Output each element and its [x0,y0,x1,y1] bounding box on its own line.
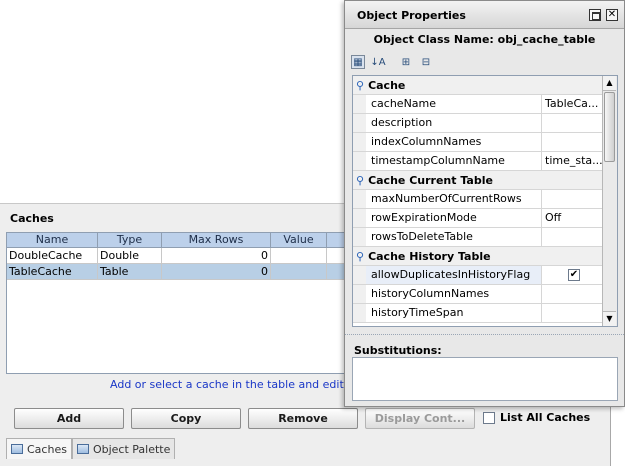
splitter-divider[interactable] [345,334,624,335]
cell-value [271,264,327,279]
property-row-rowExpirationMode[interactable]: rowExpirationMode Off [353,209,604,228]
bottom-tab-bar: Caches Object Palette [6,438,176,460]
cell-name: DoubleCache [7,248,98,263]
category-pin-icon: ⚲ [356,78,365,92]
list-all-caches-option[interactable]: List All Caches [483,411,590,424]
property-name: rowsToDeleteTable [353,228,542,246]
properties-title-bar[interactable]: Object Properties ✕ [345,1,624,29]
property-value[interactable]: TableCa... [543,95,604,113]
property-value[interactable] [543,304,604,322]
property-row-maxNumberOfCurrentRows[interactable]: maxNumberOfCurrentRows [353,190,604,209]
add-button[interactable]: Add [14,408,124,429]
property-row-cacheName[interactable]: cacheName TableCa... [353,95,604,114]
property-value[interactable] [543,190,604,208]
property-row-historyColumnNames[interactable]: historyColumnNames [353,285,604,304]
category-cache[interactable]: ⚲ Cache [353,76,604,95]
table-row[interactable]: DoubleCache Double 0 [7,248,347,264]
table-row[interactable]: TableCache Table 0 [7,264,347,280]
properties-window-title: Object Properties [357,9,466,22]
category-cache-current-table[interactable]: ⚲ Cache Current Table [353,171,604,190]
caches-tab-icon [11,444,23,454]
substitutions-box[interactable] [352,357,618,401]
allow-duplicates-checkbox[interactable]: ✔ [568,269,580,281]
property-grid-scrollbar[interactable]: ▲ ▼ [602,76,617,326]
remove-button[interactable]: Remove [248,408,358,429]
property-name: description [353,114,542,132]
scrollbar-thumb[interactable] [604,92,615,162]
property-name: maxNumberOfCurrentRows [353,190,542,208]
list-all-caches-checkbox[interactable] [483,411,495,424]
property-row-historyTimeSpan[interactable]: historyTimeSpan [353,304,604,323]
object-class-name: Object Class Name: obj_cache_table [373,33,596,46]
property-row-indexColumnNames[interactable]: indexColumnNames [353,133,604,152]
category-pin-icon: ⚲ [356,173,365,187]
property-value[interactable] [543,133,604,151]
palette-tab-icon [76,444,89,454]
scroll-up-icon[interactable]: ▲ [603,76,616,91]
tab-object-palette[interactable]: Object Palette [71,438,176,459]
property-value[interactable] [543,285,604,303]
category-label: Cache History Table [368,249,491,263]
properties-toolbar: ▦ ↓A ⊞ ⊟ [351,53,433,71]
close-window-icon[interactable]: ✕ [606,9,618,21]
property-name: rowExpirationMode [353,209,542,227]
column-header-max-rows[interactable]: Max Rows [162,233,271,247]
property-name: historyColumnNames [353,285,542,303]
property-name: cacheName [353,95,542,113]
tab-caches[interactable]: Caches [6,438,72,459]
cell-type: Double [98,248,162,263]
property-row-timestampColumnName[interactable]: timestampColumnName time_sta... [353,152,604,171]
column-header-value[interactable]: Value [271,233,327,247]
property-grid[interactable]: ⚲ Cache cacheName TableCa... description… [352,75,618,327]
object-properties-window: Object Properties ✕ Object Class Name: o… [344,0,625,407]
list-all-caches-label: List All Caches [500,411,591,424]
property-value[interactable]: time_sta... [543,152,604,170]
caches-table-header: Name Type Max Rows Value [7,233,347,248]
property-name: timestampColumnName [353,152,542,170]
caches-table[interactable]: Name Type Max Rows Value DoubleCache Dou… [6,232,348,374]
column-header-type[interactable]: Type [98,233,162,247]
caches-hint-text: Add or select a cache in the table and e… [110,378,369,391]
tab-caches-label: Caches [27,442,67,456]
cell-max-rows: 0 [162,264,271,279]
copy-button[interactable]: Copy [131,408,241,429]
category-label: Cache Current Table [368,173,493,187]
property-name: indexColumnNames [353,133,542,151]
property-name: historyTimeSpan [353,304,542,322]
caches-title: Caches [10,212,54,225]
property-value[interactable]: Off [543,209,604,227]
restore-window-icon[interactable] [589,9,601,21]
category-pin-icon: ⚲ [356,249,365,263]
display-contents-button[interactable]: Display Cont... [365,408,475,429]
expand-all-icon[interactable]: ⊞ [399,55,413,69]
substitutions-label: Substitutions: [354,344,442,357]
cell-max-rows: 0 [162,248,271,263]
collapse-all-icon[interactable]: ⊟ [419,55,433,69]
tab-object-palette-label: Object Palette [92,442,171,456]
column-header-name[interactable]: Name [7,233,98,247]
property-row-description[interactable]: description [353,114,604,133]
property-name: allowDuplicatesInHistoryFlag [353,266,542,284]
property-value[interactable] [543,228,604,246]
property-row-allowDuplicatesInHistoryFlag[interactable]: allowDuplicatesInHistoryFlag ✔ [353,266,604,285]
scroll-down-icon[interactable]: ▼ [603,311,616,326]
cell-name: TableCache [7,264,98,279]
cell-type: Table [98,264,162,279]
sort-alpha-icon[interactable]: ↓A [370,55,385,69]
categorized-view-icon[interactable]: ▦ [351,55,365,69]
property-row-rowsToDeleteTable[interactable]: rowsToDeleteTable [353,228,604,247]
category-label: Cache [368,78,406,92]
cell-value [271,248,327,263]
property-value-checkbox-cell[interactable]: ✔ [543,266,604,284]
property-value[interactable] [543,114,604,132]
category-cache-history-table[interactable]: ⚲ Cache History Table [353,247,604,266]
